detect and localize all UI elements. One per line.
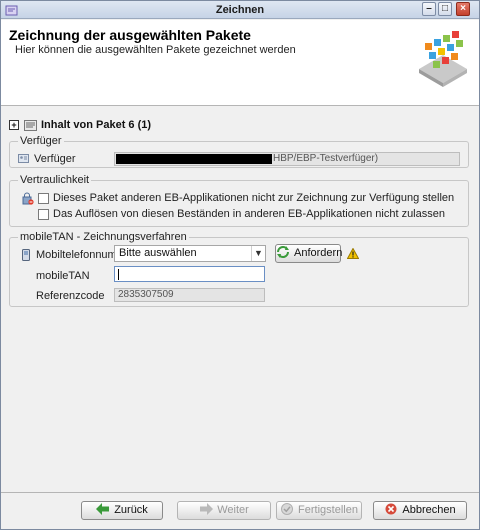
phone-select-value: Bitte auswählen <box>119 247 197 259</box>
next-button[interactable]: Weiter <box>177 501 271 520</box>
anfordern-button[interactable]: Anfordern <box>275 244 343 263</box>
arrow-left-icon <box>96 503 110 515</box>
page-title: Zeichnung der ausgewählten Pakete <box>9 27 251 43</box>
cancel-button[interactable]: Abbrechen <box>373 501 467 520</box>
reference-field: 2835307509 <box>114 288 265 302</box>
option-no-resolve-other-apps[interactable]: Das Auflösen von diesen Beständen in and… <box>53 208 445 220</box>
title-bar[interactable]: Zeichnen – □ × <box>1 1 479 19</box>
back-button[interactable]: Zurück <box>81 501 163 520</box>
verfueger-field: HBP/EBP-Testverfüger) <box>114 152 460 166</box>
tan-input[interactable] <box>114 266 265 282</box>
reference-value: 2835307509 <box>118 289 174 300</box>
chevron-down-icon[interactable]: ▼ <box>251 246 265 261</box>
finish-button[interactable]: Fertigstellen <box>276 501 362 520</box>
minimize-button[interactable]: – <box>422 2 436 16</box>
person-card-icon <box>18 154 29 163</box>
checkbox-no-resolve-other-apps[interactable] <box>38 209 49 220</box>
text-caret <box>118 269 119 280</box>
cancel-icon <box>385 503 397 515</box>
verfueger-group: Verfüger Verfüger HBP/EBP-Testverfüger) <box>9 135 469 168</box>
cancel-label: Abbrechen <box>402 504 456 516</box>
lock-restricted-icon <box>22 192 34 205</box>
wizard-content: + Inhalt von Paket 6 (1) Verfüger Verfüg… <box>1 107 479 492</box>
vertraulichkeit-group: Vertraulichkeit Dieses Paket anderen EB-… <box>9 174 469 227</box>
wizard-footer: Zurück Weiter Fertigstellen Abbrechen <box>1 492 479 529</box>
page-subtitle: Hier können die ausgewählten Pakete geze… <box>15 44 296 56</box>
dialog-window: Zeichnen – □ × Zeichnung der ausgewählte… <box>0 0 480 530</box>
mobiletan-legend: mobileTAN - Zeichnungsverfahren <box>18 231 189 243</box>
warning-icon <box>347 248 359 259</box>
arrow-right-icon <box>200 503 214 515</box>
checkbox-no-signing-other-apps[interactable] <box>38 193 49 204</box>
package-icon <box>24 120 37 131</box>
window-title: Zeichnen <box>215 4 265 16</box>
verfueger-label: Verfüger <box>34 153 76 165</box>
vertraulichkeit-legend: Vertraulichkeit <box>18 174 92 186</box>
maximize-button[interactable]: □ <box>438 2 452 16</box>
maximize-icon: □ <box>441 3 449 14</box>
redaction-bar <box>116 154 272 164</box>
wizard-header: Zeichnung der ausgewählten Pakete Hier k… <box>1 20 479 106</box>
refresh-icon <box>277 246 289 258</box>
expand-icon[interactable]: + <box>9 120 19 130</box>
checkmark-icon <box>281 503 294 515</box>
packages-logo-icon <box>419 31 467 87</box>
package-label: Inhalt von Paket 6 (1) <box>41 119 152 131</box>
minimize-icon: – <box>426 3 432 14</box>
back-label: Zurück <box>114 504 148 516</box>
next-label: Weiter <box>217 504 249 516</box>
close-button[interactable]: × <box>456 2 470 16</box>
mobiletan-group: mobileTAN - Zeichnungsverfahren Mobiltel… <box>9 231 469 307</box>
tan-label: mobileTAN <box>36 270 90 282</box>
phone-select[interactable]: Bitte auswählen ▼ <box>114 245 266 262</box>
close-icon: × <box>460 3 466 14</box>
option-no-signing-other-apps[interactable]: Dieses Paket anderen EB-Applikationen ni… <box>53 192 454 204</box>
verfueger-legend: Verfüger <box>18 135 64 147</box>
finish-label: Fertigstellen <box>298 504 358 516</box>
mobile-phone-icon <box>22 249 30 261</box>
phone-label: Mobiltelefonnumı <box>36 249 120 261</box>
anfordern-label: Anfordern <box>294 247 343 259</box>
reference-label: Referenzcode <box>36 290 105 302</box>
verfueger-value: HBP/EBP-Testverfüger) <box>273 153 379 164</box>
